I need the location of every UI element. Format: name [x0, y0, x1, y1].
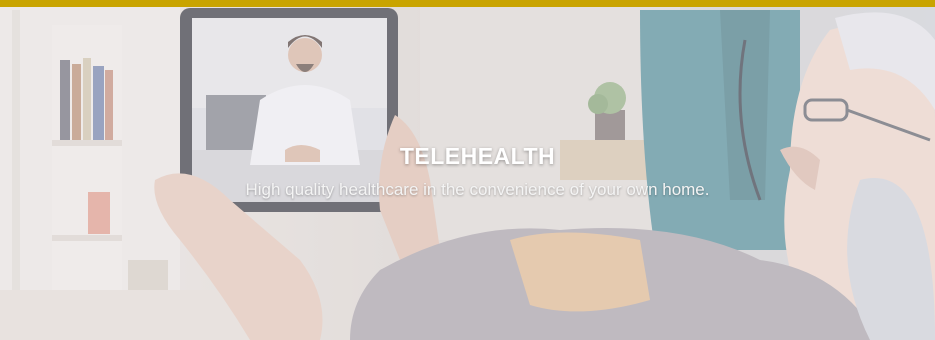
top-accent-bar: [0, 0, 935, 7]
banner-caption: TELEHEALTH High quality healthcare in th…: [0, 143, 935, 200]
hero-banner: TELEHEALTH High quality healthcare in th…: [0, 0, 935, 340]
banner-title: TELEHEALTH: [399, 143, 556, 169]
banner-subtitle: High quality healthcare in the convenien…: [245, 180, 710, 199]
